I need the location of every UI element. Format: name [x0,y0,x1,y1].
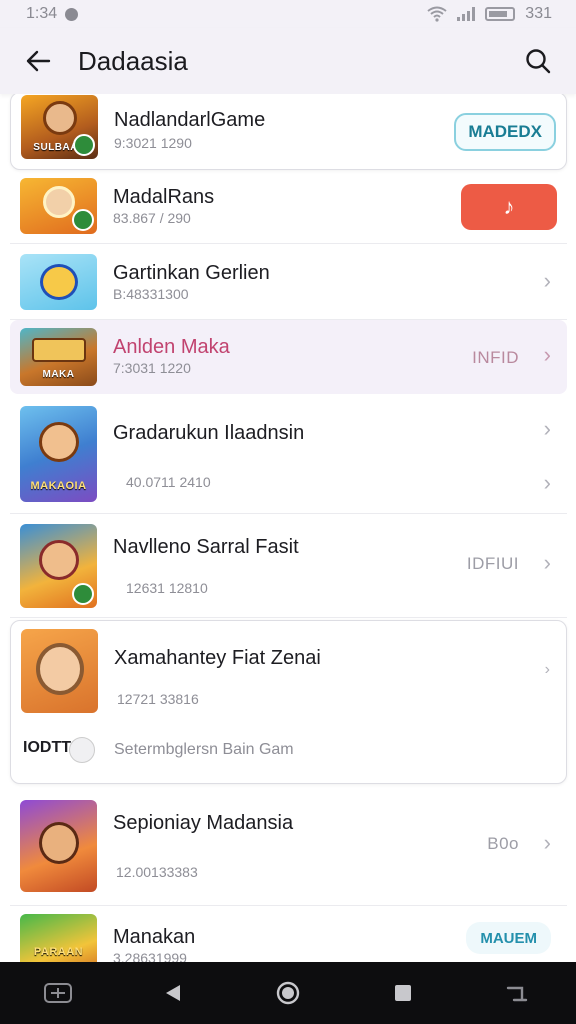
item-footer-label: IODTT [23,739,71,756]
item-title: NadlandarlGame [114,109,266,131]
list-item[interactable]: MAKA Anlden Maka 7:3031 1220 INFID › [10,320,567,394]
nav-home-icon [276,981,300,1005]
item-action-button[interactable]: MADEDX [454,113,556,151]
chevron-right-icon[interactable]: › [544,470,551,496]
chevron-right-icon[interactable]: › [544,550,551,576]
item-status: IDFIUI [466,554,519,573]
status-bar: 1:34 331 [0,0,576,28]
item-title: Gradarukun Ilaadnsin [113,422,305,444]
game-thumbnail: MAKA [20,328,97,386]
system-nav-bar [0,962,576,1024]
nav-menu-icon [43,983,72,1003]
item-title: MadalRans [113,186,215,208]
item-subtitle: 7:3031 1220 [113,360,191,376]
game-thumbnail [20,800,97,892]
list-item[interactable]: Gartinkan Gerlien B:48331300 › [10,244,567,320]
item-status: B0o [487,834,519,853]
battery-level: 331 [525,5,552,22]
item-subtitle: 12.00133383 [116,864,198,880]
chevron-right-icon[interactable]: › [544,268,551,294]
signal-icon [457,7,476,21]
item-title: Gartinkan Gerlien [113,262,270,284]
status-time: 1:34 [26,5,58,22]
item-subtitle: 3.28631999 [113,950,187,962]
back-arrow-icon [26,50,51,72]
list-item[interactable]: SULBAAN NadlandarlGame 9:3021 1290 MADED… [10,94,567,170]
item-title: Xamahantey Fiat Zenai [114,647,321,669]
search-icon [526,49,551,74]
list-item[interactable]: MAKAOIA Gradarukun Ilaadnsin 40.0711 241… [10,394,567,514]
game-thumbnail: SULBAAN [21,95,98,159]
rotate-icon [507,986,528,1002]
item-title: Sepioniay Madansia [113,812,294,834]
item-subtitle: 9:3021 1290 [114,135,192,151]
nav-recents-button[interactable] [383,973,423,1013]
item-subtitle: B:48331300 [113,286,189,302]
item-footer-text: Setermbglersn Bain Gam [114,741,294,758]
nav-back-icon [165,985,180,1001]
list-item[interactable]: Xamahantey Fiat Zenai 12721 33816 › IODT… [10,620,567,784]
ghost-icon [69,737,95,763]
game-thumbnail [20,178,97,234]
list-item[interactable]: MadalRans 83.867 / 290 ♪ [10,170,567,244]
game-list: SULBAAN NadlandarlGame 9:3021 1290 MADED… [0,94,576,962]
list-item[interactable]: Sepioniay Madansia 12.00133383 B0o › [10,796,567,906]
game-thumbnail [20,254,97,310]
nav-menu-button[interactable] [38,973,78,1013]
item-subtitle: 12631 12810 [126,580,208,596]
nav-recents-icon [395,985,412,1001]
item-status: INFID [472,348,519,367]
nav-back-button[interactable] [153,973,193,1013]
back-button[interactable] [20,43,56,79]
app-bar: Dadaasia [0,28,576,94]
game-thumbnail [21,629,98,713]
item-action-button[interactable]: MAUEM [466,922,551,954]
chevron-right-icon[interactable]: › [545,661,550,679]
nav-rotate-button[interactable] [498,973,538,1013]
nav-home-button[interactable] [268,973,308,1013]
chevron-right-icon[interactable]: › [544,830,551,856]
game-thumbnail: MAKAOIA [20,406,97,502]
item-subtitle: 83.867 / 290 [113,210,191,226]
item-title: Manakan [113,926,196,948]
item-title: Anlden Maka [113,336,230,358]
list-item[interactable]: Navlleno Sarral Fasit 12631 12810 IDFIUI… [10,514,567,618]
chevron-right-icon[interactable]: › [544,342,551,368]
play-music-button[interactable]: ♪ [461,184,557,230]
wifi-icon [427,6,447,22]
search-button[interactable] [520,43,556,79]
game-thumbnail [20,524,97,608]
item-subtitle: 40.0711 2410 [126,474,211,490]
game-thumbnail: PARAAN [20,914,97,962]
item-subtitle: 12721 33816 [117,691,199,707]
music-note-icon: ♪ [503,194,515,219]
list-item[interactable]: PARAAN Manakan 3.28631999 MAUEM [10,906,567,962]
item-title: Navlleno Sarral Fasit [113,536,299,558]
chevron-right-icon[interactable]: › [544,416,551,442]
page-title: Dadaasia [78,45,188,76]
battery-icon [485,7,516,21]
notification-icon [65,7,79,21]
